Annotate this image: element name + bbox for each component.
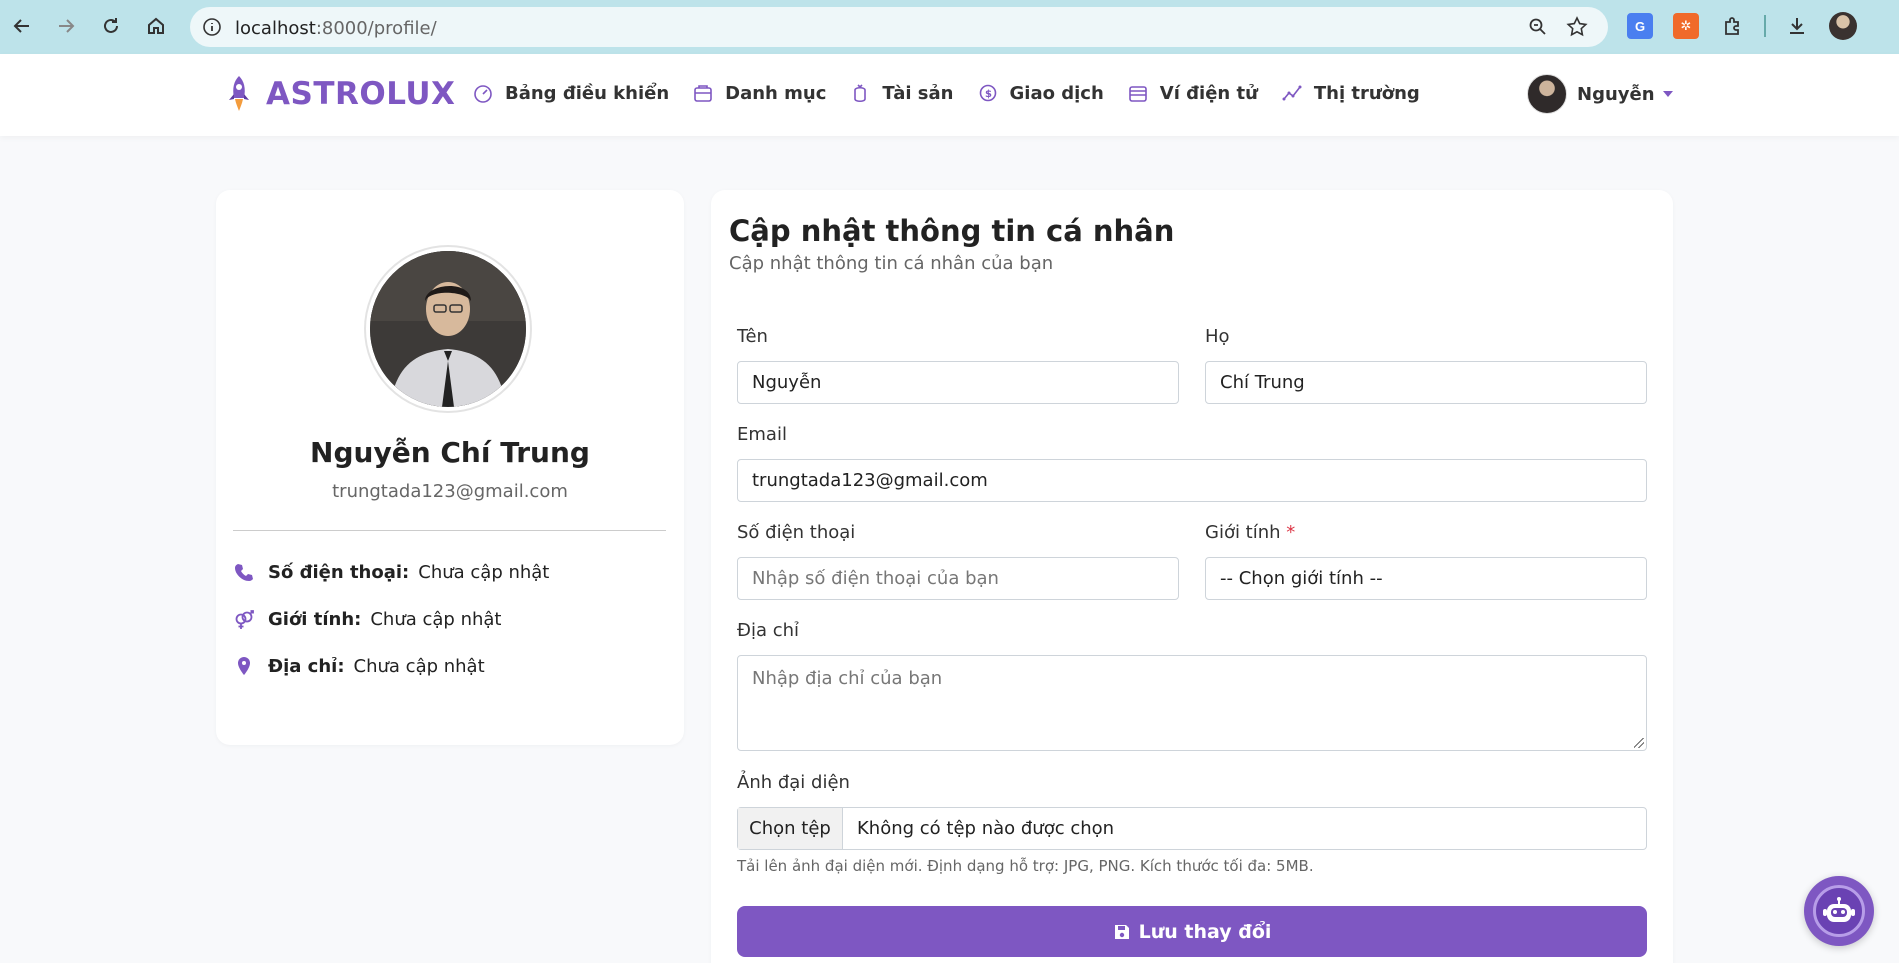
divider — [233, 530, 666, 531]
nav-portfolio[interactable]: Danh mục — [692, 82, 826, 104]
chatbot-button[interactable] — [1804, 876, 1874, 946]
profile-avatar — [366, 247, 530, 411]
nav-market-label: Thị trường — [1313, 82, 1420, 104]
gender-value: Chưa cập nhật — [370, 608, 502, 630]
nav-assets[interactable]: Tài sản — [849, 82, 954, 104]
wallet-icon — [1128, 86, 1147, 102]
file-status-text: Không có tệp nào được chọn — [857, 818, 1115, 839]
save-button-label: Lưu thay đổi — [1138, 920, 1272, 943]
extension-icon[interactable]: ✲ — [1673, 13, 1699, 39]
home-icon[interactable] — [141, 11, 171, 41]
profile-gender-row: Giới tính: Chưa cập nhật — [233, 608, 501, 630]
avatar-file-input[interactable]: Chọn tệp Không có tệp nào được chọn — [737, 807, 1647, 850]
bookmark-star-icon[interactable] — [1566, 16, 1588, 38]
robot-icon — [1813, 885, 1865, 937]
email-field[interactable]: trungtada123@gmail.com — [737, 459, 1647, 502]
nav-market[interactable]: Thị trường — [1281, 82, 1420, 104]
phone-icon — [235, 564, 253, 581]
portfolio-icon — [694, 85, 712, 102]
download-icon[interactable] — [1784, 13, 1810, 39]
translate-extension-icon[interactable]: G — [1627, 13, 1653, 39]
toolbar-divider — [1764, 15, 1766, 37]
phone-field[interactable]: Nhập số điện thoại của bạn — [737, 557, 1179, 600]
gender-label: Giới tính: — [268, 608, 362, 630]
profile-phone-row: Số điện thoại: Chưa cập nhật — [233, 561, 549, 583]
location-pin-icon — [238, 657, 250, 675]
nav-wallet[interactable]: Ví điện tử — [1127, 82, 1258, 104]
nav-dashboard[interactable]: Bảng điều khiển — [472, 82, 669, 104]
profile-summary-card: Nguyễn Chí Trung trungtada123@gmail.com … — [216, 190, 684, 745]
page-subtitle: Cập nhật thông tin cá nhân của bạn — [729, 253, 1054, 274]
avatar-field-label: Ảnh đại diện — [737, 772, 850, 793]
nav-wallet-label: Ví điện tử — [1159, 82, 1258, 104]
rocket-icon — [229, 76, 249, 111]
svg-text:$: $ — [985, 89, 992, 100]
user-menu-toggle[interactable]: Nguyễn — [1527, 74, 1673, 114]
extensions-puzzle-icon[interactable] — [1720, 13, 1746, 39]
phone-field-label: Số điện thoại — [737, 522, 856, 543]
transactions-icon: $ — [979, 84, 996, 102]
nav-assets-label: Tài sản — [882, 82, 954, 104]
browser-profile-avatar[interactable] — [1829, 12, 1857, 40]
site-header: ASTROLUX Bảng điều khiển Danh mục Tài sả… — [0, 54, 1899, 136]
profile-full-name: Nguyễn Chí Trung — [310, 436, 590, 469]
market-icon — [1282, 85, 1302, 101]
phone-value: Chưa cập nhật — [418, 561, 550, 583]
address-placeholder: Nhập địa chỉ của bạn — [752, 668, 943, 689]
address-bar[interactable]: localhost:8000/profile/ — [190, 7, 1608, 47]
page-title: Cập nhật thông tin cá nhân — [729, 214, 1175, 248]
site-info-icon[interactable] — [202, 17, 222, 37]
nav-dashboard-label: Bảng điều khiển — [505, 82, 670, 104]
avatar-hint: Tải lên ảnh đại diện mới. Định dạng hỗ t… — [737, 857, 1314, 875]
zoom-icon[interactable] — [1528, 17, 1548, 37]
address-value: Chưa cập nhật — [353, 655, 485, 677]
forward-icon[interactable] — [51, 11, 81, 41]
first-name-field[interactable]: Nguyễn — [737, 361, 1179, 404]
choose-file-button[interactable]: Chọn tệp — [738, 808, 843, 849]
brand-name: ASTROLUX — [266, 76, 456, 112]
back-icon[interactable] — [7, 11, 37, 41]
save-disk-icon — [1114, 924, 1129, 939]
resize-handle-icon[interactable] — [1634, 738, 1644, 748]
brand-logo[interactable]: ASTROLUX — [222, 74, 455, 114]
reload-icon[interactable] — [96, 11, 126, 41]
chevron-down-icon — [1662, 91, 1673, 97]
profile-form-card: Cập nhật thông tin cá nhân Cập nhật thôn… — [711, 190, 1673, 963]
main-nav: Bảng điều khiển Danh mục Tài sản $ Giao … — [472, 82, 1443, 104]
user-name: Nguyễn — [1577, 83, 1655, 105]
assets-icon — [854, 84, 867, 103]
profile-email: trungtada123@gmail.com — [332, 481, 568, 502]
last-name-field[interactable]: Chí Trung — [1205, 361, 1647, 404]
required-marker: * — [1286, 522, 1296, 543]
first-name-label: Tên — [737, 326, 768, 347]
browser-toolbar: localhost:8000/profile/ G ✲ — [0, 0, 1899, 54]
profile-address-row: Địa chỉ: Chưa cập nhật — [233, 655, 485, 677]
gender-icon — [235, 610, 254, 629]
email-label: Email — [737, 424, 787, 445]
address-field-label: Địa chỉ — [737, 620, 800, 641]
phone-label: Số điện thoại: — [268, 561, 410, 583]
address-label: Địa chỉ: — [268, 655, 345, 677]
nav-transactions-label: Giao dịch — [1009, 82, 1104, 104]
address-textarea[interactable]: Nhập địa chỉ của bạn — [737, 655, 1647, 751]
gender-field-label: Giới tính * — [1205, 522, 1295, 543]
url-text: localhost:8000/profile/ — [235, 18, 437, 39]
avatar — [1527, 74, 1567, 114]
nav-transactions[interactable]: $ Giao dịch — [977, 82, 1104, 104]
gender-field-label-text: Giới tính — [1205, 522, 1281, 543]
save-button[interactable]: Lưu thay đổi — [737, 906, 1647, 957]
last-name-label: Họ — [1205, 326, 1230, 347]
nav-portfolio-label: Danh mục — [725, 82, 827, 104]
dashboard-icon — [474, 85, 492, 103]
gender-select[interactable]: -- Chọn giới tính -- — [1205, 557, 1647, 600]
